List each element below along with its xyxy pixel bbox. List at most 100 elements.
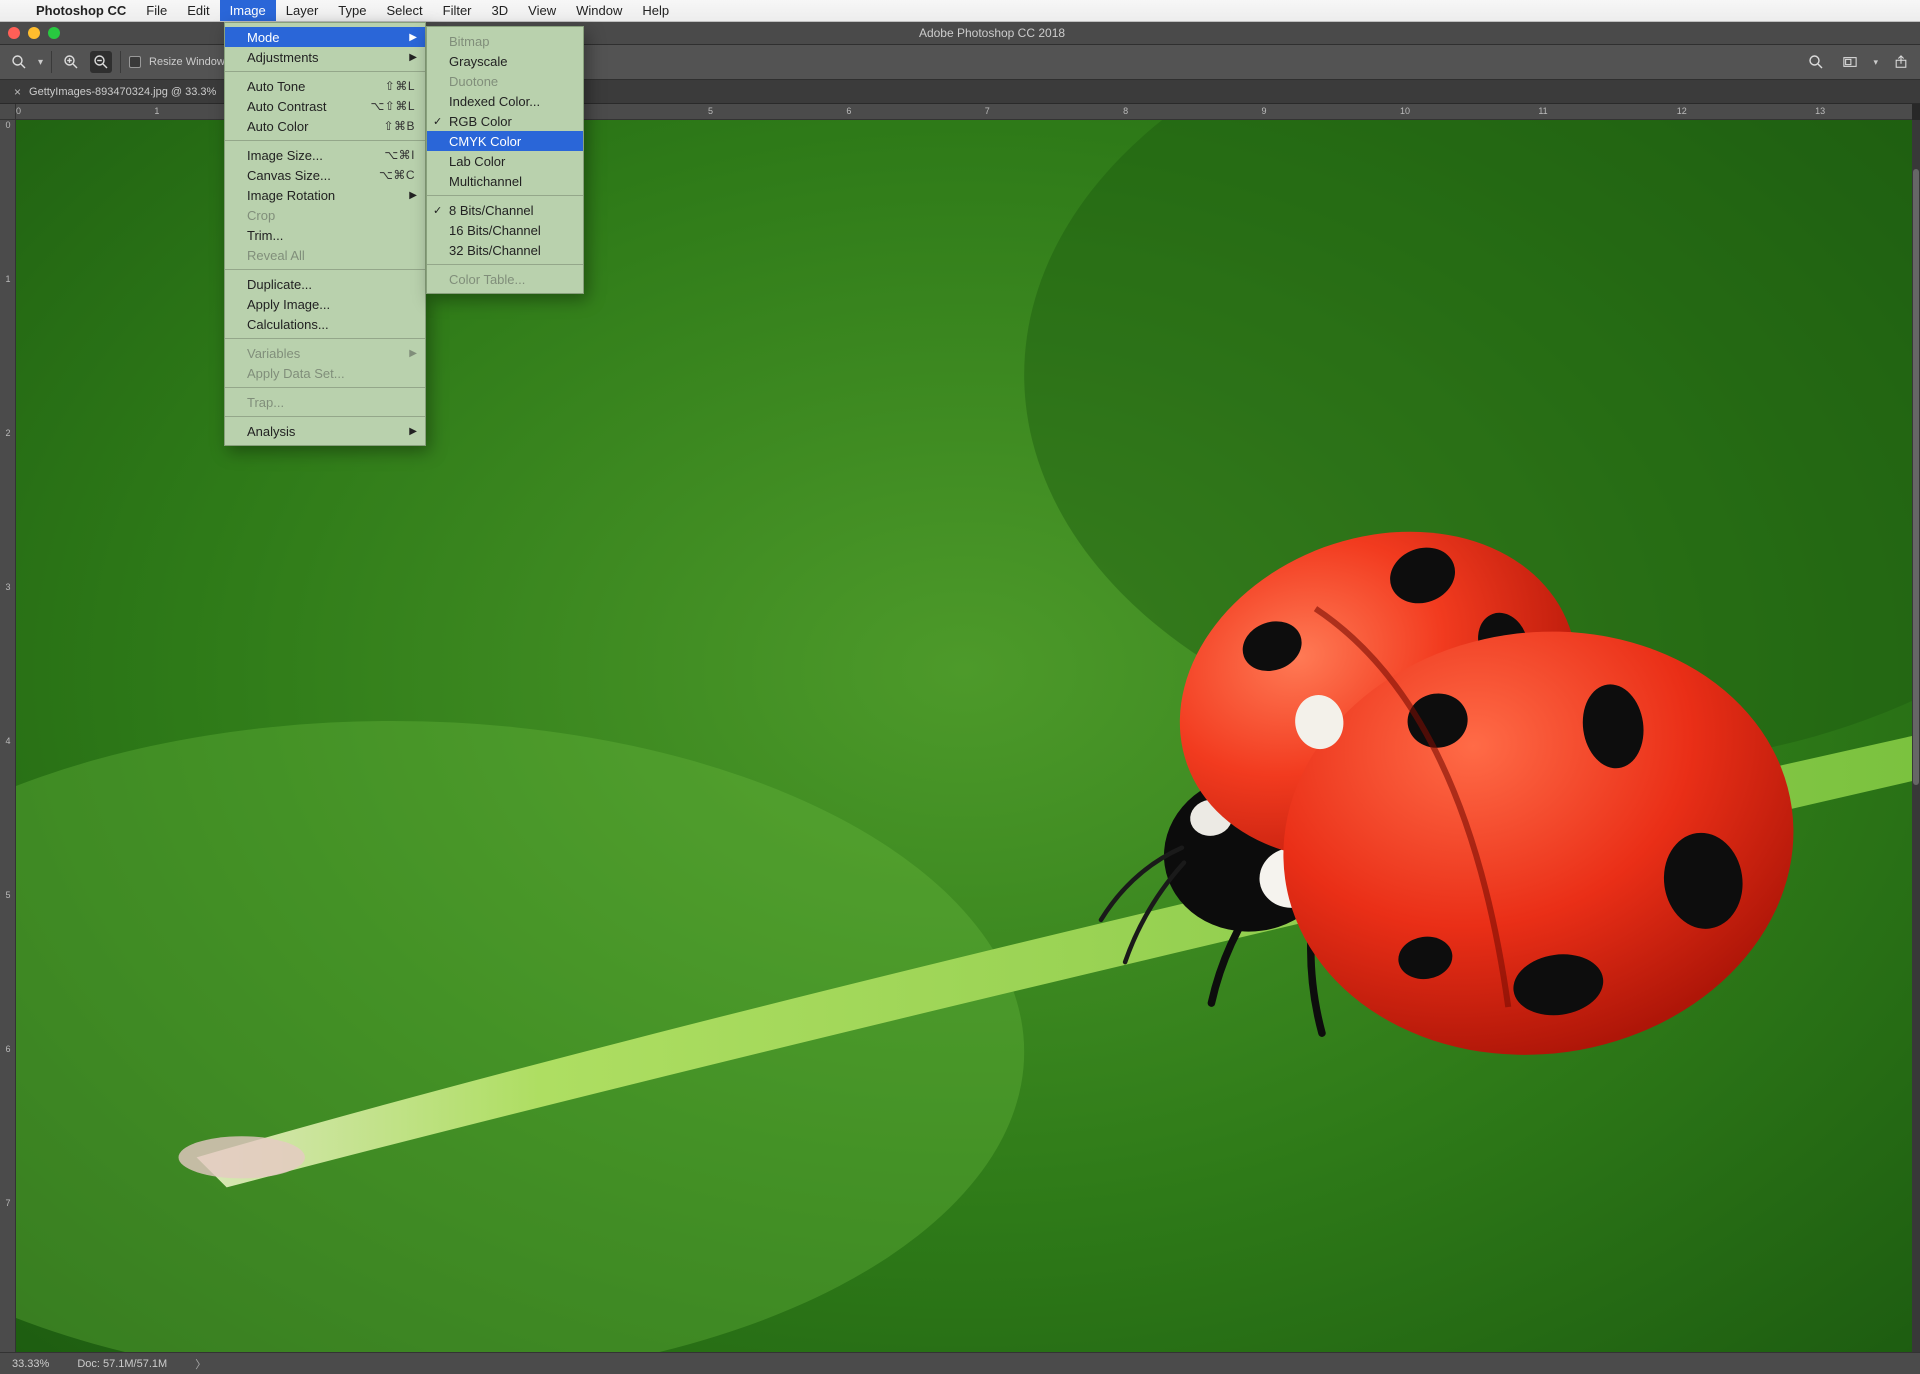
search-icon[interactable]: [1805, 51, 1827, 73]
menu-separator: [225, 338, 425, 339]
ruler-tick: 1: [154, 106, 159, 116]
menu-item-auto-tone[interactable]: Auto Tone ⇧⌘L: [225, 76, 425, 96]
menu-shortcut: ⇧⌘B: [383, 119, 415, 133]
menu-item-auto-color[interactable]: Auto Color⇧⌘B: [225, 116, 425, 136]
menu-item-mode[interactable]: Mode▶: [225, 27, 425, 47]
menu-item-duplicate[interactable]: Duplicate...: [225, 274, 425, 294]
menu-separator: [225, 71, 425, 72]
ruler-corner: [0, 104, 16, 120]
check-icon: ✓: [433, 204, 442, 217]
frame-mode-dropdown-icon[interactable]: ▾: [1873, 57, 1878, 68]
menu-item-label: Lab Color: [449, 154, 505, 169]
menu-item-lab-color[interactable]: Lab Color: [427, 151, 583, 171]
menu-item-grayscale[interactable]: Grayscale: [427, 51, 583, 71]
menu-shortcut: ⌥⇧⌘L: [370, 99, 415, 113]
menu-item-label: Image Rotation: [247, 188, 335, 203]
menu-item-duotone: Duotone: [427, 71, 583, 91]
menu-item-canvas-size[interactable]: Canvas Size...⌥⌘C: [225, 165, 425, 185]
menubar-item-view[interactable]: View: [518, 0, 566, 21]
ruler-tick: 1: [0, 274, 16, 284]
menubar-item-image[interactable]: Image: [220, 0, 276, 21]
menu-item-auto-contrast[interactable]: Auto Contrast⌥⇧⌘L: [225, 96, 425, 116]
ruler-tick: 13: [1815, 106, 1825, 116]
zoom-window-button[interactable]: [48, 27, 60, 39]
menu-item-adjustments[interactable]: Adjustments▶: [225, 47, 425, 67]
menu-item-label: Color Table...: [449, 272, 525, 287]
ruler-tick: 3: [0, 582, 16, 592]
mac-menubar[interactable]: Photoshop CC FileEditImageLayerTypeSelec…: [0, 0, 1920, 22]
menu-item-color-table: Color Table...: [427, 269, 583, 289]
ruler-tick: 10: [1400, 106, 1410, 116]
menu-item-32-bits-channel[interactable]: 32 Bits/Channel: [427, 240, 583, 260]
menu-item-label: 8 Bits/Channel: [449, 203, 534, 218]
menu-item-multichannel[interactable]: Multichannel: [427, 171, 583, 191]
menu-item-16-bits-channel[interactable]: 16 Bits/Channel: [427, 220, 583, 240]
menu-item-reveal-all: Reveal All: [225, 245, 425, 265]
vertical-scrollbar[interactable]: [1912, 120, 1920, 1352]
menubar-item-edit[interactable]: Edit: [177, 0, 219, 21]
menubar-item-filter[interactable]: Filter: [433, 0, 482, 21]
menubar-item-layer[interactable]: Layer: [276, 0, 329, 21]
menubar-item-file[interactable]: File: [136, 0, 177, 21]
status-more-icon[interactable]: 〉: [195, 1356, 206, 1372]
scrollbar-thumb[interactable]: [1913, 169, 1919, 785]
zoom-tool-icon[interactable]: [8, 51, 30, 73]
menu-item-label: Apply Data Set...: [247, 366, 345, 381]
menubar-item-3d[interactable]: 3D: [482, 0, 519, 21]
ruler-tick: 0: [16, 106, 21, 116]
minimize-window-button[interactable]: [28, 27, 40, 39]
app-name[interactable]: Photoshop CC: [26, 3, 136, 18]
ruler-tick: 7: [0, 1198, 16, 1208]
menu-item-label: 16 Bits/Channel: [449, 223, 541, 238]
menu-item-analysis[interactable]: Analysis ▶: [225, 421, 425, 441]
menu-item-image-size[interactable]: Image Size...⌥⌘I: [225, 145, 425, 165]
menu-item-image-rotation[interactable]: Image Rotation▶: [225, 185, 425, 205]
tool-dropdown-icon[interactable]: ▾: [38, 57, 43, 68]
menubar-item-help[interactable]: Help: [632, 0, 679, 21]
resize-windows-checkbox[interactable]: [129, 56, 141, 68]
menu-item-rgb-color[interactable]: ✓RGB Color: [427, 111, 583, 131]
menu-item-label: Duotone: [449, 74, 498, 89]
menubar-item-window[interactable]: Window: [566, 0, 632, 21]
menu-item-label: 32 Bits/Channel: [449, 243, 541, 258]
menu-item-calculations[interactable]: Calculations...: [225, 314, 425, 334]
document-tab[interactable]: × GettyImages-893470324.jpg @ 33.3%: [4, 80, 226, 103]
menu-shortcut: ⇧⌘L: [385, 79, 415, 93]
menu-item-cmyk-color[interactable]: CMYK Color: [427, 131, 583, 151]
menu-item-variables: Variables▶: [225, 343, 425, 363]
menu-item-apply-data-set: Apply Data Set...: [225, 363, 425, 383]
menu-item-apply-image[interactable]: Apply Image...: [225, 294, 425, 314]
menu-item-trim[interactable]: Trim...: [225, 225, 425, 245]
menu-separator: [427, 195, 583, 196]
doc-size[interactable]: Doc: 57.1M/57.1M: [77, 1358, 167, 1370]
check-icon: ✓: [433, 115, 442, 128]
menu-item-bitmap: Bitmap: [427, 31, 583, 51]
zoom-out-icon[interactable]: [90, 51, 112, 73]
ruler-tick: 6: [846, 106, 851, 116]
menubar-item-type[interactable]: Type: [328, 0, 376, 21]
ruler-tick: 6: [0, 1044, 16, 1054]
image-menu[interactable]: Mode▶Adjustments▶Auto Tone⇧⌘LAuto Contra…: [224, 22, 426, 446]
menu-item-label: Adjustments: [247, 50, 319, 65]
zoom-level[interactable]: 33.33%: [12, 1358, 49, 1370]
menu-item-indexed-color[interactable]: Indexed Color...: [427, 91, 583, 111]
menu-item-8-bits-channel[interactable]: ✓ 8 Bits/Channel: [427, 200, 583, 220]
ruler-tick: 5: [0, 890, 16, 900]
close-tab-icon[interactable]: ×: [14, 85, 21, 99]
vertical-ruler[interactable]: 01234567: [0, 120, 16, 1352]
close-window-button[interactable]: [8, 27, 20, 39]
menu-separator: [225, 387, 425, 388]
menu-item-label: Auto Tone: [247, 79, 305, 94]
mode-submenu[interactable]: Bitmap Grayscale Duotone Indexed Color...✓R…: [426, 26, 584, 294]
menu-item-label: Bitmap: [449, 34, 489, 49]
menu-item-label: Analysis: [247, 424, 295, 439]
share-icon[interactable]: [1890, 51, 1912, 73]
status-bar: 33.33% Doc: 57.1M/57.1M 〉: [0, 1352, 1920, 1374]
submenu-arrow-icon: ▶: [409, 32, 417, 43]
menu-shortcut: ⌥⌘I: [384, 148, 415, 162]
frame-mode-icon[interactable]: [1839, 51, 1861, 73]
menubar-item-select[interactable]: Select: [376, 0, 432, 21]
zoom-in-icon[interactable]: [60, 51, 82, 73]
submenu-arrow-icon: ▶: [409, 426, 417, 437]
ruler-tick: 9: [1262, 106, 1267, 116]
